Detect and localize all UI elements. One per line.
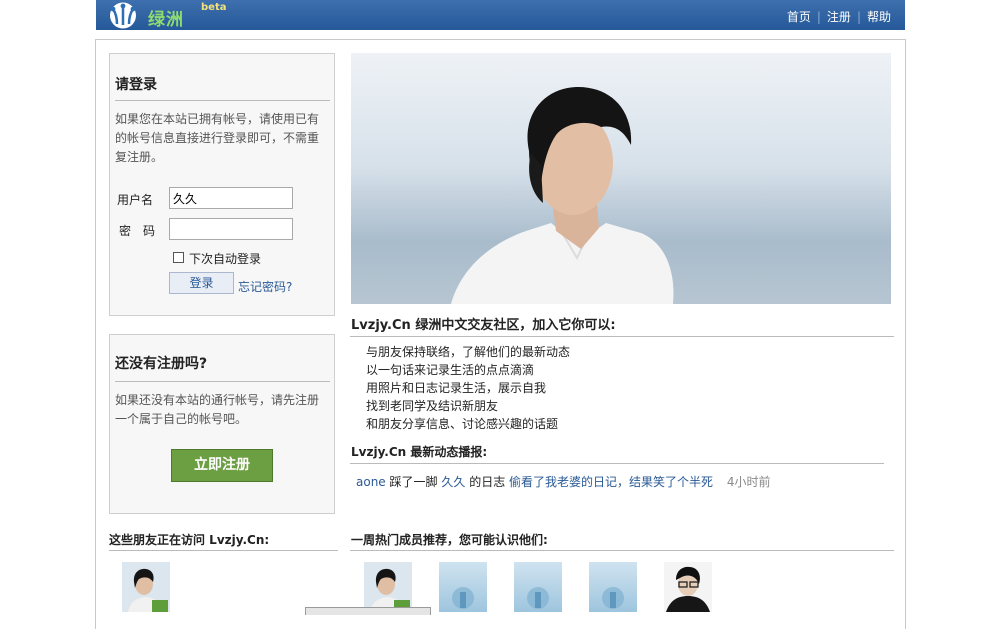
hero-banner-image (351, 53, 891, 304)
default-avatar-icon (602, 587, 624, 609)
visitor-avatar-image (128, 568, 168, 612)
login-title: 请登录 (115, 74, 330, 101)
feature-item: 与朋友保持联络，了解他们的最新动态 (366, 345, 571, 359)
username-input[interactable] (169, 187, 293, 209)
site-logo-icon[interactable] (108, 2, 138, 29)
member-default-avatar[interactable] (589, 562, 637, 612)
hero-person-illustration (451, 86, 674, 304)
remember-me-checkbox[interactable] (173, 252, 184, 263)
password-input[interactable] (169, 218, 293, 240)
popular-divider (350, 550, 894, 551)
visitors-title: 这些朋友正在访问 Lvzjy.Cn: (109, 533, 270, 547)
member-avatar-image (370, 568, 410, 612)
password-label: 密 码 (119, 224, 156, 238)
feature-item: 和朋友分享信息、讨论感兴趣的话题 (366, 417, 559, 431)
intro-divider (350, 336, 894, 337)
forgot-password-link[interactable]: 忘记密码? (238, 278, 292, 295)
activity-target-user-link[interactable]: 久久 (441, 475, 465, 489)
feature-item: 以一句话来记录生活的点点滴滴 (366, 363, 535, 377)
username-label: 用户名 (117, 193, 154, 207)
login-description: 如果您在本站已拥有帐号，请使用已有的帐号信息直接进行登录即可，不需重复注册。 (115, 112, 320, 164)
register-now-button[interactable]: 立即注册 (171, 449, 273, 482)
default-avatar-icon (527, 587, 549, 609)
top-navigation-bar: 绿洲 beta 首页 | 注册 | 帮助 (96, 0, 905, 30)
member-avatar-image (666, 566, 710, 612)
activity-actor-link[interactable]: aone (356, 475, 386, 489)
nav-register-link[interactable]: 注册 (827, 10, 851, 24)
member-avatar[interactable] (364, 562, 412, 612)
member-default-avatar[interactable] (514, 562, 562, 612)
news-title: Lvzjy.Cn 最新动态播报: (351, 445, 488, 459)
popular-members-title: 一周热门成员推荐，您可能认识他们: (351, 533, 548, 547)
news-activity-item: aone 踩了一脚 久久 的日志 偷看了我老婆的日记，结果笑了个半死 4小时前 (356, 473, 771, 490)
intro-title: Lvzjy.Cn 绿洲中文交友社区，加入它你可以: (351, 318, 616, 333)
visitor-avatar[interactable] (122, 562, 170, 612)
default-avatar-icon (452, 587, 474, 609)
login-button[interactable]: 登录 (169, 272, 234, 294)
news-divider (350, 463, 884, 464)
activity-entry-link[interactable]: 偷看了我老婆的日记，结果笑了个半死 (509, 475, 713, 489)
top-nav: 首页 | 注册 | 帮助 (787, 8, 891, 25)
member-avatar[interactable] (664, 562, 712, 612)
register-title: 还没有注册吗? (115, 353, 330, 382)
nav-help-link[interactable]: 帮助 (867, 10, 891, 24)
nav-home-link[interactable]: 首页 (787, 10, 811, 24)
activity-verb: 踩了一脚 (389, 475, 438, 489)
feature-list: 与朋友保持联络，了解他们的最新动态 以一句话来记录生活的点点滴滴 用照片和日志记… (366, 343, 570, 433)
nav-divider: | (816, 10, 821, 24)
visitors-divider (109, 550, 338, 551)
activity-object: 的日志 (469, 475, 506, 489)
activity-time: 4小时前 (726, 475, 771, 489)
nav-divider: | (856, 10, 861, 24)
member-default-avatar[interactable] (439, 562, 487, 612)
site-logo-text[interactable]: 绿洲 (148, 5, 184, 30)
register-panel: 还没有注册吗? 如果还没有本站的通行帐号，请先注册一个属于自己的帐号吧。 (109, 334, 335, 514)
beta-badge: beta (201, 2, 227, 13)
register-description: 如果还没有本站的通行帐号，请先注册一个属于自己的帐号吧。 (115, 393, 320, 426)
feature-item: 找到老同学及结识新朋友 (366, 399, 499, 413)
horizontal-scrollbar[interactable] (305, 607, 431, 615)
feature-item: 用照片和日志记录生活，展示自我 (366, 381, 547, 395)
remember-me-label[interactable]: 下次自动登录 (189, 250, 261, 267)
